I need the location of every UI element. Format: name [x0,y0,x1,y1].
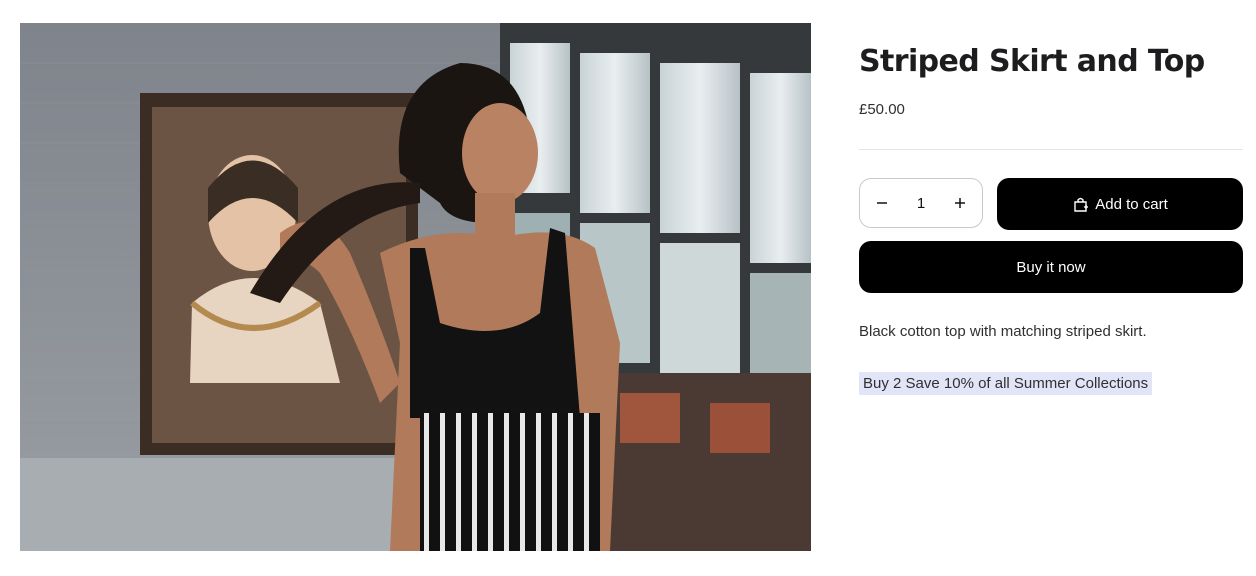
product-price: £50.00 [859,101,905,118]
product-description: Black cotton top with matching striped s… [859,323,1147,340]
minus-icon [877,202,887,204]
quantity-stepper [859,178,983,228]
add-to-cart-label: Add to cart [1095,195,1168,213]
product-photo [20,23,811,551]
decrease-quantity-button[interactable] [860,179,904,227]
add-to-cart-button[interactable]: Add to cart [997,178,1243,230]
product-image[interactable] [20,23,811,551]
buy-now-label: Buy it now [1016,258,1086,276]
promo-banner: Buy 2 Save 10% of all Summer Collections [859,372,1153,395]
increase-quantity-button[interactable] [938,179,982,227]
plus-icon [955,198,965,208]
product-title: Striped Skirt and Top [859,44,1205,79]
divider [859,149,1243,150]
quantity-input[interactable] [902,179,940,227]
shopping-bag-icon [1072,196,1089,213]
buy-now-button[interactable]: Buy it now [859,241,1243,293]
